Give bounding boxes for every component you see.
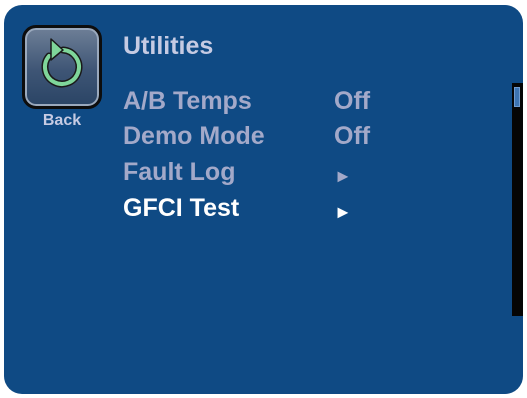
menu-item-label: A/B Temps [123, 87, 252, 115]
back-arrow-icon [41, 38, 83, 88]
scrollbar[interactable] [512, 83, 523, 316]
menu-item-value: Off [334, 122, 371, 150]
back-icon-frame [22, 25, 102, 109]
back-button[interactable]: Back [22, 25, 102, 147]
menu-item-label: GFCI Test [123, 194, 240, 222]
menu-item-ab-temps[interactable]: A/B Temps Off [123, 87, 483, 121]
scrollbar-thumb[interactable] [514, 87, 520, 107]
back-label: Back [42, 112, 82, 129]
menu-item-fault-log[interactable]: Fault Log ► [123, 158, 483, 192]
menu-item-gfci-test[interactable]: GFCI Test ► [123, 194, 483, 228]
page-title: Utilities [123, 32, 214, 60]
menu-item-demo-mode[interactable]: Demo Mode Off [123, 122, 483, 156]
utilities-screen: Back Utilities A/B Temps Off Demo Mode O… [4, 5, 523, 394]
menu-item-label: Fault Log [123, 158, 236, 186]
chevron-right-icon: ► [334, 166, 352, 186]
menu-item-label: Demo Mode [123, 122, 265, 150]
menu-item-value: Off [334, 87, 371, 115]
chevron-right-icon: ► [334, 202, 352, 222]
